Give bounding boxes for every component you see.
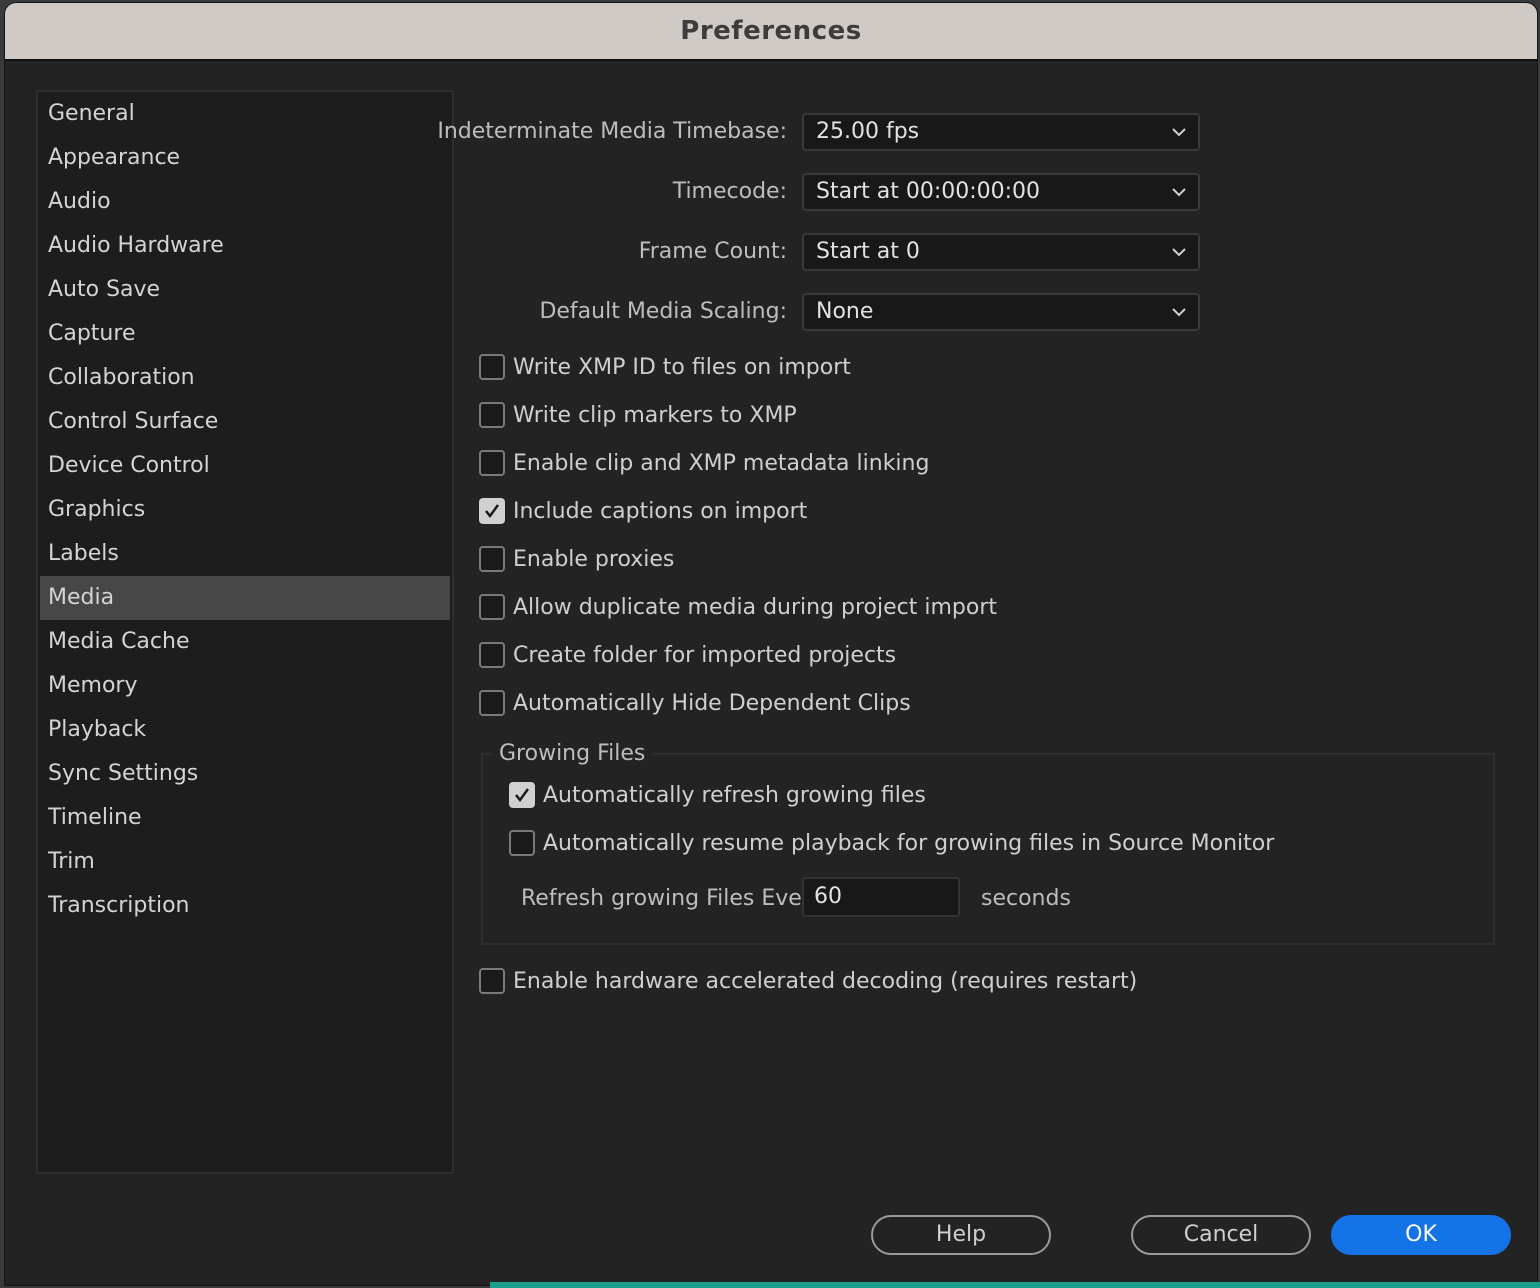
hardware-decoding-label: Enable hardware accelerated decoding (re… <box>513 968 1138 994</box>
frame-count-label: Frame Count: <box>638 239 787 264</box>
hide-dependent-clips-checkbox[interactable] <box>479 690 505 716</box>
scaling-value: None <box>816 299 874 324</box>
write-xmp-id-checkbox[interactable] <box>479 354 505 380</box>
include-captions-label: Include captions on import <box>513 498 808 524</box>
duplicate-media-checkbox[interactable] <box>479 594 505 620</box>
auto-refresh-option[interactable]: Automatically refresh growing files <box>509 779 926 811</box>
hardware-decoding-checkbox[interactable] <box>479 968 505 994</box>
hide-dependent-clips-option[interactable]: Automatically Hide Dependent Clips <box>479 687 911 719</box>
timecode-dropdown[interactable]: Start at 00:00:00:00 <box>802 173 1200 211</box>
sidebar-item-media-cache[interactable]: Media Cache <box>40 620 450 664</box>
hide-dependent-clips-label: Automatically Hide Dependent Clips <box>513 690 911 716</box>
duplicate-media-label: Allow duplicate media during project imp… <box>513 594 998 620</box>
include-captions-checkbox[interactable] <box>479 498 505 524</box>
enable-proxies-label: Enable proxies <box>513 546 675 572</box>
resume-playback-option[interactable]: Automatically resume playback for growin… <box>509 827 1274 859</box>
sidebar-item-appearance[interactable]: Appearance <box>40 136 450 180</box>
enable-proxies-option[interactable]: Enable proxies <box>479 543 674 575</box>
sidebar-item-media[interactable]: Media <box>40 576 450 620</box>
sidebar-item-transcription[interactable]: Transcription <box>40 884 450 928</box>
scaling-dropdown[interactable]: None <box>802 293 1200 331</box>
sidebar-item-trim[interactable]: Trim <box>40 840 450 884</box>
resume-playback-label: Automatically resume playback for growin… <box>543 830 1275 856</box>
write-clip-markers-label: Write clip markers to XMP <box>513 402 797 428</box>
sidebar-item-labels[interactable]: Labels <box>40 532 450 576</box>
hardware-decoding-option[interactable]: Enable hardware accelerated decoding (re… <box>479 965 1137 997</box>
scaling-label: Default Media Scaling: <box>539 299 787 324</box>
sidebar-item-device-control[interactable]: Device Control <box>40 444 450 488</box>
window-title: Preferences <box>680 16 862 46</box>
sidebar-item-general[interactable]: General <box>40 92 450 136</box>
frame-count-value: Start at 0 <box>816 239 920 264</box>
sidebar-item-timeline[interactable]: Timeline <box>40 796 450 840</box>
chevron-down-icon <box>1172 188 1186 197</box>
metadata-linking-option[interactable]: Enable clip and XMP metadata linking <box>479 447 929 479</box>
sidebar-item-memory[interactable]: Memory <box>40 664 450 708</box>
title-bar: Preferences <box>5 3 1537 61</box>
cancel-button[interactable]: Cancel <box>1131 1215 1311 1255</box>
preferences-category-list[interactable]: General Appearance Audio Audio Hardware … <box>36 90 454 1174</box>
resume-playback-checkbox[interactable] <box>509 830 535 856</box>
sidebar-item-collaboration[interactable]: Collaboration <box>40 356 450 400</box>
timecode-value: Start at 00:00:00:00 <box>816 179 1041 204</box>
duplicate-media-option[interactable]: Allow duplicate media during project imp… <box>479 591 997 623</box>
write-xmp-id-option[interactable]: Write XMP ID to files on import <box>479 351 851 383</box>
ok-button[interactable]: OK <box>1331 1215 1511 1255</box>
auto-refresh-checkbox[interactable] <box>509 782 535 808</box>
sidebar-item-control-surface[interactable]: Control Surface <box>40 400 450 444</box>
chevron-down-icon <box>1172 128 1186 137</box>
sidebar-item-audio-hardware[interactable]: Audio Hardware <box>40 224 450 268</box>
create-folder-option[interactable]: Create folder for imported projects <box>479 639 896 671</box>
refresh-interval-input[interactable]: 60 <box>802 877 960 917</box>
growing-files-title: Growing Files <box>491 739 654 769</box>
refresh-interval-label: Refresh growing Files Every <box>521 886 824 911</box>
timebase-value: 25.00 fps <box>816 119 920 144</box>
include-captions-option[interactable]: Include captions on import <box>479 495 807 527</box>
sidebar-item-playback[interactable]: Playback <box>40 708 450 752</box>
metadata-linking-label: Enable clip and XMP metadata linking <box>513 450 930 476</box>
refresh-unit-label: seconds <box>981 886 1071 911</box>
write-clip-markers-option[interactable]: Write clip markers to XMP <box>479 399 797 431</box>
timebase-label: Indeterminate Media Timebase: <box>437 119 787 144</box>
enable-proxies-checkbox[interactable] <box>479 546 505 572</box>
metadata-linking-checkbox[interactable] <box>479 450 505 476</box>
frame-count-dropdown[interactable]: Start at 0 <box>802 233 1200 271</box>
sidebar-item-capture[interactable]: Capture <box>40 312 450 356</box>
chevron-down-icon <box>1172 248 1186 257</box>
checkmark-icon <box>485 504 500 519</box>
sidebar-item-audio[interactable]: Audio <box>40 180 450 224</box>
timebase-dropdown[interactable]: 25.00 fps <box>802 113 1200 151</box>
create-folder-checkbox[interactable] <box>479 642 505 668</box>
background-timeline-strip <box>490 1282 1540 1288</box>
preferences-window: Preferences General Appearance Audio Aud… <box>4 2 1538 1286</box>
sidebar-item-sync-settings[interactable]: Sync Settings <box>40 752 450 796</box>
sidebar-item-graphics[interactable]: Graphics <box>40 488 450 532</box>
help-button[interactable]: Help <box>871 1215 1051 1255</box>
sidebar-item-auto-save[interactable]: Auto Save <box>40 268 450 312</box>
write-clip-markers-checkbox[interactable] <box>479 402 505 428</box>
timecode-label: Timecode: <box>672 179 787 204</box>
write-xmp-id-label: Write XMP ID to files on import <box>513 354 851 380</box>
auto-refresh-label: Automatically refresh growing files <box>543 782 926 808</box>
chevron-down-icon <box>1172 308 1186 317</box>
create-folder-label: Create folder for imported projects <box>513 642 897 668</box>
checkmark-icon <box>515 788 530 803</box>
